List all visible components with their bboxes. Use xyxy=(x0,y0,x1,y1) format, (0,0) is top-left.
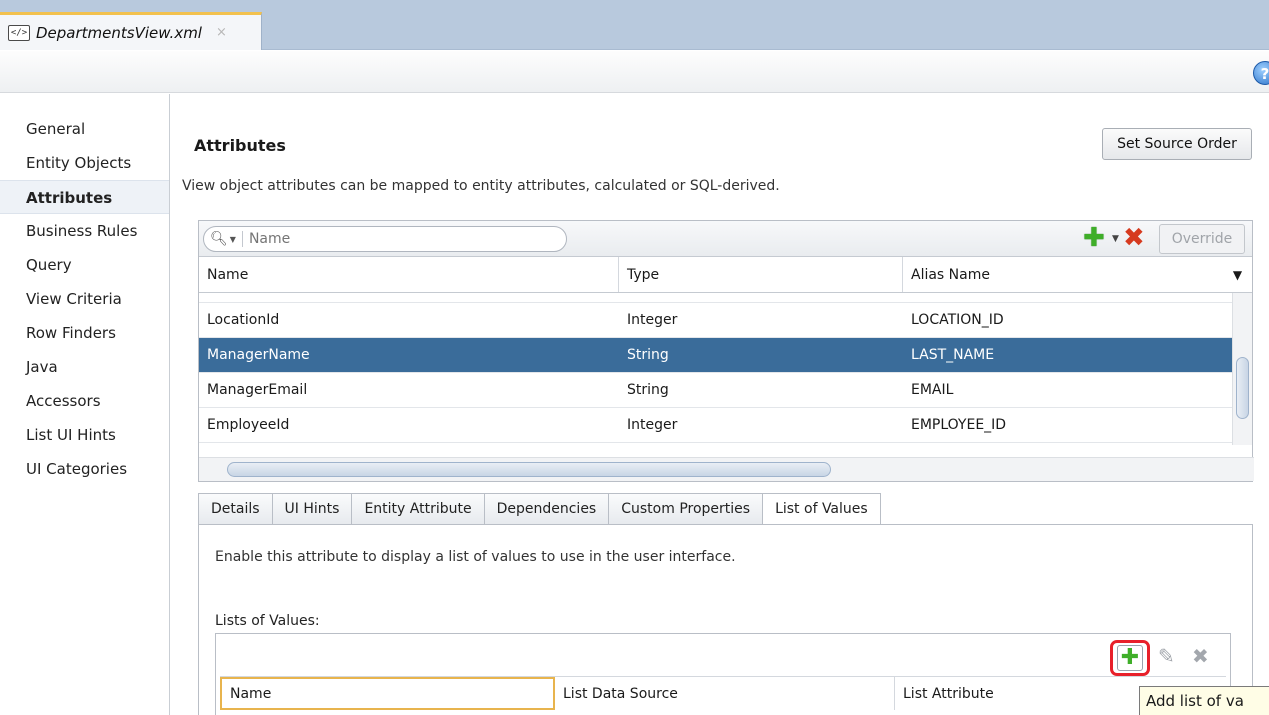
delete-icon[interactable]: ✖ xyxy=(1192,644,1209,668)
help-icon[interactable]: ? xyxy=(1253,61,1269,85)
override-button[interactable]: Override xyxy=(1159,224,1245,254)
nav-item-view-criteria[interactable]: View Criteria xyxy=(0,282,169,316)
editor-tab-departmentsview[interactable]: </> DepartmentsView.xml × xyxy=(0,12,262,50)
delete-attribute-icon[interactable]: ✖ xyxy=(1123,225,1145,251)
set-source-order-button[interactable]: Set Source Order xyxy=(1102,128,1252,160)
cell-name: EmployeeId xyxy=(207,417,290,433)
table-body: LocationId Integer LOCATION_ID ManagerNa… xyxy=(199,293,1252,445)
table-row[interactable]: LocationId Integer LOCATION_ID xyxy=(199,303,1252,338)
nav-item-accessors[interactable]: Accessors xyxy=(0,384,169,418)
search-box[interactable]: 🔍︎ ▼ xyxy=(203,226,567,252)
tab-dependencies[interactable]: Dependencies xyxy=(484,493,610,525)
table-row[interactable]: ManagerEmail String EMAIL xyxy=(199,373,1252,408)
chevron-down-icon[interactable]: ▼ xyxy=(230,235,236,244)
column-header-alias-name[interactable]: Alias Name xyxy=(903,257,1225,292)
table-header: Name Type Alias Name ▼ xyxy=(199,257,1252,293)
nav-item-query[interactable]: Query xyxy=(0,248,169,282)
attributes-toolbar: 🔍︎ ▼ ✚ ▼ ✖ Override xyxy=(199,221,1252,257)
attributes-description: View object attributes can be mapped to … xyxy=(182,178,780,194)
vertical-scrollbar[interactable] xyxy=(1232,293,1252,445)
tab-custom-properties[interactable]: Custom Properties xyxy=(609,493,764,525)
search-icon[interactable]: 🔍︎ xyxy=(210,231,228,247)
add-icon: ✚ xyxy=(1117,645,1143,671)
add-list-of-values-button[interactable]: ✚ xyxy=(1110,640,1150,676)
cell-type: String xyxy=(627,347,669,363)
column-header-name[interactable]: Name xyxy=(199,257,619,292)
tab-ui-hints[interactable]: UI Hints xyxy=(272,493,353,525)
list-of-values-panel: Enable this attribute to display a list … xyxy=(198,524,1253,715)
editor-toolbar: ? xyxy=(0,51,1269,93)
cell-alias: LOCATION_ID xyxy=(911,312,1004,328)
attributes-table: 🔍︎ ▼ ✚ ▼ ✖ Override Name Type Alias Name… xyxy=(198,220,1254,482)
nav-item-general[interactable]: General xyxy=(0,112,169,146)
add-attribute-icon[interactable]: ✚ xyxy=(1083,225,1105,251)
nav-item-attributes[interactable]: Attributes xyxy=(0,180,169,214)
cell-type: Integer xyxy=(627,312,678,328)
tab-entity-attribute[interactable]: Entity Attribute xyxy=(352,493,485,525)
editor-tab-strip: </> DepartmentsView.xml × xyxy=(0,0,1269,50)
attributes-page: Attributes Set Source Order View object … xyxy=(178,94,1269,715)
nav-item-row-finders[interactable]: Row Finders xyxy=(0,316,169,350)
horizontal-scrollbar-thumb[interactable] xyxy=(227,462,831,477)
nav-item-list-ui-hints[interactable]: List UI Hints xyxy=(0,418,169,452)
tab-list-of-values[interactable]: List of Values xyxy=(763,493,881,526)
xml-file-icon: </> xyxy=(8,24,30,41)
cell-name: LocationId xyxy=(207,312,280,328)
cell-type: String xyxy=(627,382,669,398)
cell-name: ManagerEmail xyxy=(207,382,308,398)
lov-description: Enable this attribute to display a list … xyxy=(215,549,736,565)
lov-label: Lists of Values: xyxy=(215,613,320,629)
cell-alias: EMPLOYEE_ID xyxy=(911,417,1007,433)
nav-item-business-rules[interactable]: Business Rules xyxy=(0,214,169,248)
page-title: Attributes xyxy=(194,136,286,155)
column-header-type[interactable]: Type xyxy=(619,257,903,292)
add-list-of-values-tooltip: Add list of va xyxy=(1139,686,1269,715)
lov-table-header: Name List Data Source List Attribute xyxy=(220,676,1226,710)
detail-tabs: Details UI Hints Entity Attribute Depend… xyxy=(198,493,881,526)
close-icon[interactable]: × xyxy=(216,25,227,40)
lov-table: ✚ ✎ ✖ Name List Data Source List Attribu… xyxy=(215,633,1231,715)
column-menu-icon[interactable]: ▼ xyxy=(1225,257,1250,292)
pencil-icon[interactable]: ✎ xyxy=(1158,644,1175,668)
lov-column-header-name[interactable]: Name xyxy=(220,677,555,710)
lov-column-header-data-source[interactable]: List Data Source xyxy=(555,677,895,710)
table-row-partial xyxy=(199,293,1252,303)
nav-item-java[interactable]: Java xyxy=(0,350,169,384)
table-row[interactable]: EmployeeId Integer EMPLOYEE_ID xyxy=(199,408,1252,443)
tab-details[interactable]: Details xyxy=(198,493,273,525)
cell-type: Integer xyxy=(627,417,678,433)
table-row-selected[interactable]: ManagerName String LAST_NAME xyxy=(199,338,1252,373)
vertical-scrollbar-thumb[interactable] xyxy=(1236,357,1249,419)
cell-alias: LAST_NAME xyxy=(911,347,995,363)
cell-name: ManagerName xyxy=(207,347,310,363)
nav-item-ui-categories[interactable]: UI Categories xyxy=(0,452,169,486)
editor-tab-title: DepartmentsView.xml xyxy=(36,23,202,42)
nav-item-entity-objects[interactable]: Entity Objects xyxy=(0,146,169,180)
horizontal-scrollbar[interactable] xyxy=(199,457,1254,481)
overview-navigation: General Entity Objects Attributes Busine… xyxy=(0,94,170,715)
search-input[interactable] xyxy=(241,231,542,247)
cell-alias: EMAIL xyxy=(911,382,954,398)
chevron-down-icon[interactable]: ▼ xyxy=(1112,234,1119,244)
